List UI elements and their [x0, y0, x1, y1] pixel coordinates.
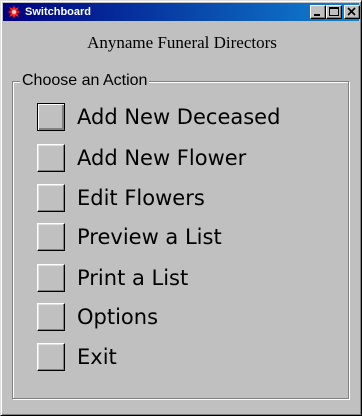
- switchboard-window: Switchboard Anyname Funeral Directors Ch…: [0, 0, 362, 416]
- maximize-icon: [329, 7, 339, 16]
- add-new-deceased-label[interactable]: Add New Deceased: [77, 103, 280, 131]
- window-title: Switchboard: [25, 6, 92, 18]
- action-row-preview-a-list[interactable]: Preview a List: [37, 223, 327, 251]
- add-new-flower-button[interactable]: [37, 144, 65, 172]
- options-button[interactable]: [37, 303, 65, 331]
- close-button[interactable]: [344, 5, 360, 19]
- preview-a-list-button[interactable]: [37, 223, 65, 251]
- action-row-exit[interactable]: Exit: [37, 343, 327, 371]
- print-a-list-label[interactable]: Print a List: [77, 264, 188, 292]
- edit-flowers-label[interactable]: Edit Flowers: [77, 184, 205, 212]
- add-new-flower-label[interactable]: Add New Flower: [77, 144, 246, 172]
- preview-a-list-label[interactable]: Preview a List: [77, 223, 222, 251]
- access-form-icon[interactable]: [6, 4, 22, 20]
- minimize-button[interactable]: [310, 5, 326, 19]
- company-name: Anyname Funeral Directors: [87, 33, 277, 52]
- action-row-print-a-list[interactable]: Print a List: [37, 264, 327, 292]
- options-label[interactable]: Options: [77, 303, 158, 331]
- edit-flowers-button[interactable]: [37, 184, 65, 212]
- print-a-list-button[interactable]: [37, 264, 65, 292]
- exit-button[interactable]: [37, 343, 65, 371]
- action-row-edit-flowers[interactable]: Edit Flowers: [37, 184, 327, 212]
- exit-label[interactable]: Exit: [77, 343, 117, 371]
- minimize-icon: [314, 14, 320, 16]
- close-icon: [347, 7, 356, 16]
- add-new-deceased-button[interactable]: [37, 103, 65, 131]
- action-group-label: Choose an Action: [20, 72, 150, 90]
- action-row-add-new-deceased[interactable]: Add New Deceased: [37, 103, 327, 131]
- title-bar[interactable]: Switchboard: [3, 3, 360, 21]
- maximize-button[interactable]: [326, 5, 342, 19]
- action-row-add-new-flower[interactable]: Add New Flower: [37, 144, 327, 172]
- action-row-options[interactable]: Options: [37, 303, 327, 331]
